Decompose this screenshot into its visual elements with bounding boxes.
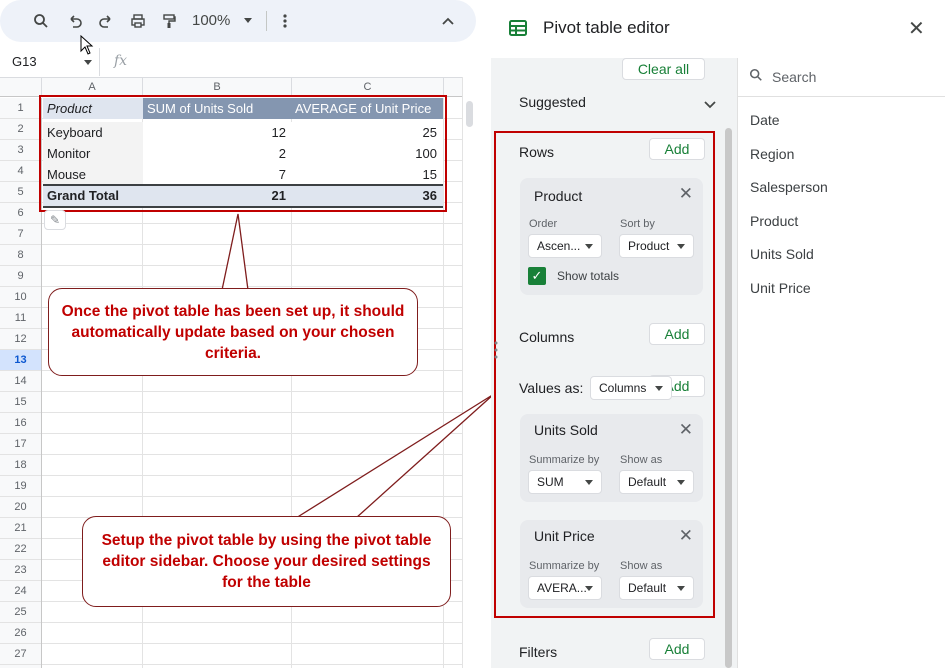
close-icon[interactable]: ✕ [908, 16, 925, 41]
add-filters-button[interactable]: Add [649, 638, 705, 660]
filters-label: Filters [519, 644, 557, 660]
pivot-table-icon [509, 20, 527, 41]
chevron-down-icon[interactable] [704, 96, 716, 114]
field-item[interactable]: Salesperson [750, 179, 828, 195]
field-item[interactable]: Region [750, 146, 794, 162]
drag-handle-icon[interactable] [494, 340, 498, 365]
field-search-input[interactable] [772, 66, 932, 88]
callout-editor-sidebar: Setup the pivot table by using the pivot… [82, 516, 451, 607]
field-item[interactable]: Units Sold [750, 246, 814, 262]
suggested-label[interactable]: Suggested [519, 94, 586, 110]
callout-editor-sidebar-text: Setup the pivot table by using the pivot… [83, 530, 450, 593]
editor-highlight-box [494, 131, 715, 618]
field-item[interactable]: Product [750, 213, 798, 229]
field-item[interactable]: Unit Price [750, 280, 811, 296]
search-icon [749, 68, 763, 85]
editor-title: Pivot table editor [543, 18, 670, 38]
clear-all-button[interactable]: Clear all [622, 58, 705, 80]
callout-auto-update-text: Once the pivot table has been set up, it… [49, 301, 417, 364]
field-item[interactable]: Date [750, 112, 780, 128]
callout-auto-update: Once the pivot table has been set up, it… [48, 288, 418, 376]
panel-divider [737, 58, 738, 668]
search-divider [737, 96, 945, 97]
editor-scrollbar[interactable] [725, 128, 732, 668]
